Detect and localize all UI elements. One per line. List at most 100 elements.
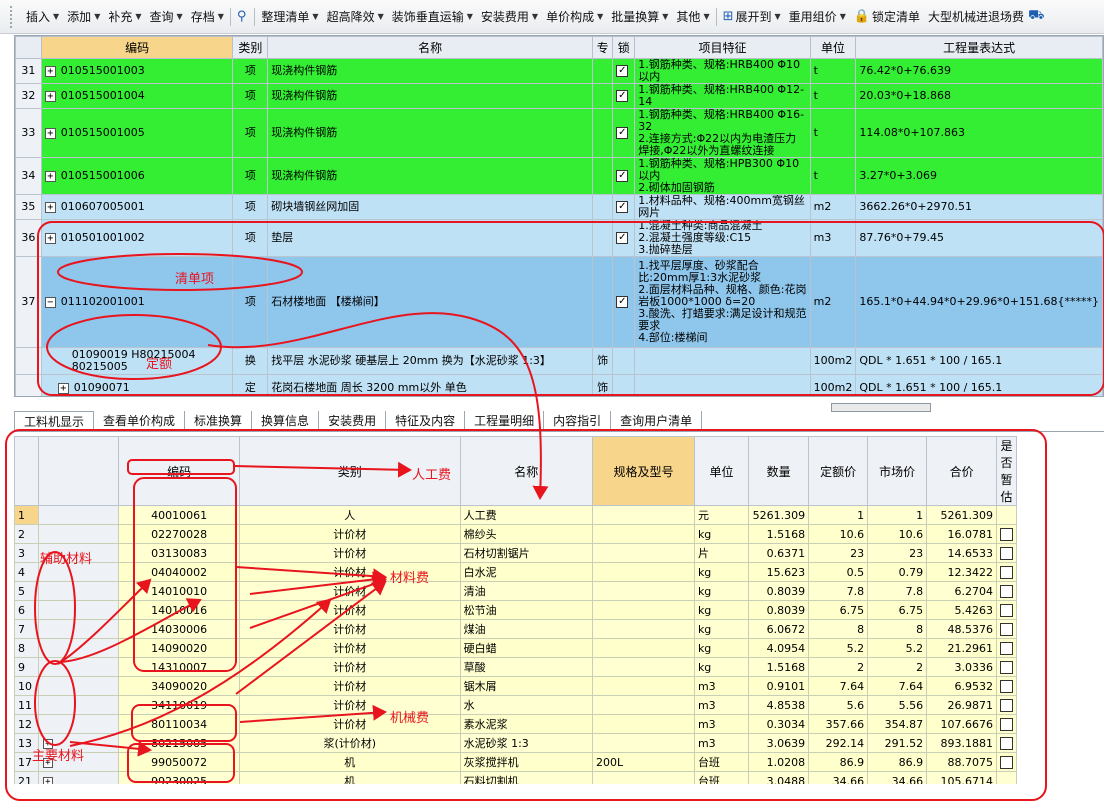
resource-spec[interactable] — [592, 562, 695, 582]
resource-code[interactable]: 14030006 — [118, 619, 241, 639]
resource-dprice[interactable]: 6.75 — [808, 600, 869, 620]
bill-code-cell[interactable]: +010607005001 — [40, 194, 234, 220]
resource-row[interactable]: 9 14310007 计价材 草酸 kg 1.5168 2 2 3.0336 — [14, 657, 1017, 677]
resource-total[interactable]: 6.2704 — [926, 581, 997, 601]
provisional-cell[interactable] — [996, 695, 1017, 715]
resource-type[interactable]: 人 — [239, 505, 461, 525]
bill-name[interactable]: 现浇构件钢筋 — [267, 58, 593, 84]
lock-checkbox[interactable]: ✓ — [616, 170, 629, 182]
resource-code[interactable]: 40010061 — [118, 505, 241, 525]
bill-specialty[interactable] — [591, 219, 614, 257]
lock-checkbox[interactable]: ✓ — [616, 90, 629, 102]
resource-type[interactable]: 计价材 — [239, 657, 461, 677]
resource-spec[interactable] — [592, 676, 695, 696]
quantity-expression[interactable]: 165.1*0+44.94*0+29.96*0+151.68{*****} — [855, 256, 1103, 348]
expand-icon[interactable]: + — [44, 201, 56, 213]
resource-spec[interactable] — [592, 600, 695, 620]
feature-cell[interactable] — [634, 347, 811, 375]
expand-cell[interactable] — [37, 505, 120, 525]
resource-spec[interactable] — [592, 581, 695, 601]
resource-name[interactable]: 硬白蜡 — [459, 638, 594, 658]
bill-type[interactable]: 项 — [232, 58, 269, 84]
resource-type[interactable]: 浆(计价材) — [239, 733, 461, 753]
bill-type[interactable]: 项 — [232, 256, 269, 348]
resource-type[interactable]: 机 — [239, 771, 461, 784]
resource-type[interactable]: 计价材 — [239, 619, 461, 639]
feature-cell[interactable] — [634, 374, 811, 396]
bill-column-header[interactable]: 专 — [591, 36, 614, 59]
lock-cell[interactable]: ✓ — [612, 157, 636, 195]
lock-cell[interactable]: ✓ — [612, 219, 636, 257]
bill-name[interactable]: 砌块墙钢丝网加固 — [267, 194, 593, 220]
bill-column-header[interactable]: 名称 — [267, 36, 593, 59]
resource-unit[interactable]: 台班 — [693, 771, 750, 784]
provisional-cell[interactable] — [996, 676, 1017, 696]
resource-total[interactable]: 14.6533 — [926, 543, 997, 563]
resource-dprice[interactable]: 0.5 — [808, 562, 869, 582]
resource-name[interactable]: 水泥砂浆 1:3 — [459, 733, 594, 753]
quantity-expression[interactable]: QDL * 1.651 * 100 / 165.1 — [855, 347, 1103, 375]
provisional-cell[interactable] — [996, 733, 1017, 753]
resource-unit[interactable]: m3 — [693, 676, 750, 696]
resource-qty[interactable]: 15.623 — [748, 562, 810, 582]
resource-qty[interactable]: 1.5168 — [748, 524, 810, 544]
provisional-cell[interactable] — [996, 771, 1017, 784]
bill-code-cell[interactable]: +010501001002 — [40, 219, 234, 257]
bill-unit[interactable]: 100m2 — [809, 374, 857, 396]
bill-unit[interactable]: t — [809, 58, 857, 84]
feature-cell[interactable]: 1.钢筋种类、规格:HRB400 Φ12-14 — [634, 83, 811, 109]
expand-icon[interactable]: + — [44, 127, 56, 139]
tab-0[interactable]: 工料机显示 — [14, 411, 95, 431]
resource-code[interactable]: 99050072 — [118, 752, 241, 772]
resource-total[interactable]: 6.9532 — [926, 676, 997, 696]
provisional-checkbox[interactable] — [1000, 641, 1013, 655]
resource-code[interactable]: 14310007 — [118, 657, 241, 677]
resource-mprice[interactable]: 7.64 — [867, 676, 928, 696]
resource-type[interactable]: 计价材 — [239, 600, 461, 620]
provisional-checkbox[interactable] — [1000, 679, 1013, 693]
bill-column-header[interactable]: 类别 — [232, 36, 269, 59]
provisional-cell[interactable] — [996, 657, 1017, 677]
resource-type[interactable]: 计价材 — [239, 676, 461, 696]
resource-column-header[interactable]: 市场价 — [867, 436, 928, 506]
toolbar-button-5[interactable]: 整理清单 ▼ — [257, 5, 322, 29]
resource-qty[interactable]: 4.0954 — [748, 638, 810, 658]
tab-6[interactable]: 工程量明细 — [465, 411, 545, 431]
bill-unit[interactable]: t — [809, 157, 857, 195]
quantity-expression[interactable]: 3662.26*0+2970.51 — [855, 194, 1103, 220]
bill-unit[interactable]: t — [809, 108, 857, 158]
bill-type[interactable]: 换 — [232, 347, 269, 375]
lock-cell[interactable] — [612, 347, 636, 375]
resource-code[interactable]: 34110019 — [118, 695, 241, 715]
resource-spec[interactable] — [592, 619, 695, 639]
resource-name[interactable]: 棉纱头 — [459, 524, 594, 544]
resource-name[interactable]: 煤油 — [459, 619, 594, 639]
bill-code-cell[interactable]: +010515001006 — [40, 157, 234, 195]
bill-type[interactable]: 定 — [232, 374, 269, 396]
resource-spec[interactable] — [592, 638, 695, 658]
resource-spec[interactable] — [592, 733, 695, 753]
expand-cell[interactable] — [37, 714, 120, 734]
resource-name[interactable]: 素水泥浆 — [459, 714, 594, 734]
lock-checkbox[interactable]: ✓ — [616, 201, 629, 213]
resource-column-header[interactable]: 编码 — [118, 436, 241, 506]
lock-cell[interactable]: ✓ — [612, 58, 636, 84]
resource-column-header[interactable]: 名称 — [459, 436, 594, 506]
provisional-checkbox[interactable] — [1000, 565, 1013, 579]
resource-row[interactable]: 21 +99230025 机石料切割机 台班 3.0488 34.66 34.66 105.6… — [14, 771, 1017, 784]
resource-mprice[interactable]: 10.6 — [867, 524, 928, 544]
resource-qty[interactable]: 6.0672 — [748, 619, 810, 639]
bill-name[interactable]: 石材楼地面 【楼梯间】 — [267, 256, 593, 348]
resource-mprice[interactable]: 34.66 — [867, 771, 928, 784]
provisional-cell[interactable] — [996, 600, 1017, 620]
resource-name[interactable]: 灰浆搅拌机 — [459, 752, 594, 772]
bill-specialty[interactable] — [591, 194, 614, 220]
resource-mprice[interactable]: 0.79 — [867, 562, 928, 582]
resource-name[interactable]: 石材切割锯片 — [459, 543, 594, 563]
feature-cell[interactable]: 1.钢筋种类、规格:HRB400 Φ16-32 2.连接方式:Φ22以内为电渣压… — [634, 108, 811, 158]
bill-unit[interactable]: m2 — [809, 256, 857, 348]
resource-row[interactable]: 12 80110034 计价材 素水泥浆 m3 0.3034 357.66 354.87 107… — [14, 714, 1017, 734]
tab-7[interactable]: 内容指引 — [544, 411, 612, 431]
resource-type[interactable]: 机 — [239, 752, 461, 772]
toolbar-button-7[interactable]: 装饰垂直运输 ▼ — [388, 5, 477, 29]
